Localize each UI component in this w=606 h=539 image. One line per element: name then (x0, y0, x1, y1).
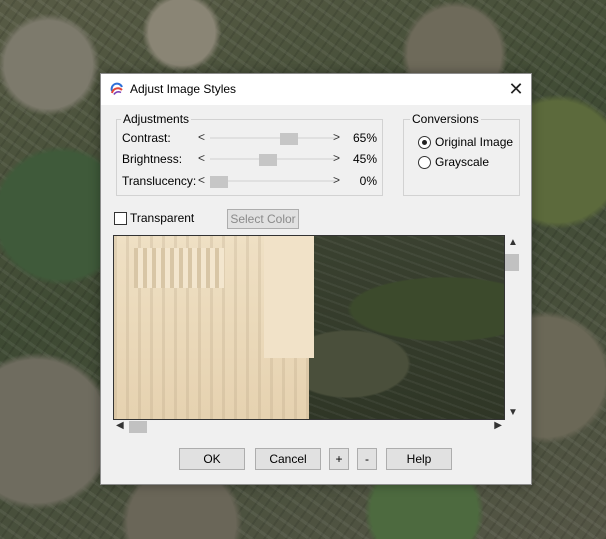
grayscale-radio-dot[interactable] (418, 156, 431, 169)
brightness-slider[interactable] (210, 154, 336, 166)
vertical-scrollbar[interactable]: ▲ ▼ (504, 236, 520, 419)
translucency-label: Translucency: (122, 174, 197, 188)
cancel-button[interactable]: Cancel (255, 448, 321, 470)
transparent-checkbox[interactable] (114, 212, 127, 225)
ok-button[interactable]: OK (179, 448, 245, 470)
preview-building-rows (134, 248, 224, 288)
preview-bright-block (264, 236, 314, 358)
image-preview (113, 235, 505, 420)
vertical-scroll-thumb[interactable] (505, 254, 519, 271)
scroll-down-arrow-icon[interactable]: ▼ (508, 407, 518, 418)
scroll-up-arrow-icon[interactable]: ▲ (508, 237, 518, 248)
adjust-image-styles-dialog: Adjust Image Styles ✕ Adjustments Contra… (100, 73, 532, 485)
conversions-group: Conversions Original Image Grayscale (403, 112, 520, 196)
minus-button[interactable]: - (357, 448, 377, 470)
app-logo-icon (110, 82, 123, 95)
original-image-radio[interactable]: Original Image (418, 135, 518, 151)
scroll-right-arrow-icon[interactable]: ▶ (494, 420, 502, 431)
select-color-button[interactable]: Select Color (227, 209, 299, 229)
scroll-left-arrow-icon[interactable]: ◀ (116, 420, 124, 431)
brightness-decrease-arrow[interactable]: < (198, 151, 205, 165)
translucency-slider[interactable] (210, 176, 336, 188)
contrast-decrease-arrow[interactable]: < (198, 130, 205, 144)
plus-button[interactable]: + (329, 448, 349, 470)
brightness-value: 45% (352, 152, 377, 166)
grayscale-label: Grayscale (435, 155, 490, 169)
transparent-label: Transparent (130, 211, 195, 225)
horizontal-scroll-thumb[interactable] (129, 421, 147, 433)
contrast-value: 65% (352, 131, 377, 145)
translucency-decrease-arrow[interactable]: < (198, 173, 205, 187)
contrast-slider-thumb[interactable] (280, 133, 298, 145)
horizontal-scrollbar[interactable]: ◀ ▶ (113, 419, 503, 435)
brightness-slider-thumb[interactable] (259, 154, 277, 166)
close-button[interactable]: ✕ (501, 74, 531, 105)
grayscale-radio[interactable]: Grayscale (418, 155, 518, 171)
translucency-slider-thumb[interactable] (210, 176, 228, 188)
help-button[interactable]: Help (386, 448, 452, 470)
brightness-label: Brightness: (122, 152, 183, 166)
conversions-label: Conversions (410, 112, 481, 126)
original-image-radio-dot[interactable] (418, 136, 431, 149)
contrast-row: Contrast: < > 65% (122, 130, 377, 147)
translucency-row: Translucency: < > 0% (122, 173, 377, 190)
contrast-label: Contrast: (122, 131, 171, 145)
title-bar: Adjust Image Styles ✕ (101, 74, 531, 105)
contrast-slider[interactable] (210, 133, 336, 145)
brightness-row: Brightness: < > 45% (122, 151, 377, 168)
original-image-label: Original Image (435, 135, 514, 149)
adjustments-label: Adjustments (121, 112, 192, 126)
dialog-title: Adjust Image Styles (130, 82, 237, 96)
translucency-value: 0% (359, 174, 377, 188)
adjustments-group: Adjustments Contrast: < > 65% Brightness… (116, 112, 383, 196)
